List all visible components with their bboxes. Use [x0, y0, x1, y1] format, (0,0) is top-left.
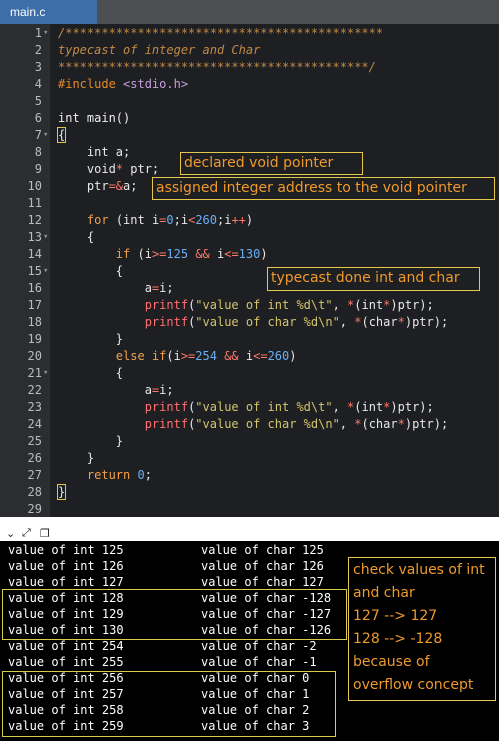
terminal-row: value of int 254 value of char -2: [8, 638, 317, 654]
line-number: 11: [27, 196, 42, 210]
char-value: value of char 126: [201, 559, 324, 573]
code-line: {: [56, 127, 67, 143]
line-number: 5: [34, 94, 42, 108]
line-number: 28: [27, 485, 42, 499]
line-number: 8: [34, 145, 42, 159]
char-value: value of char 127: [201, 575, 324, 589]
line-number: 14: [27, 247, 42, 261]
copy-icon[interactable]: ❐: [40, 526, 50, 541]
note-line: and char: [353, 585, 415, 601]
line-number: 23: [27, 400, 42, 414]
code-line: printf("value of int %d\t", *(int*)ptr);: [144, 298, 434, 312]
tab-bar: main.c: [0, 0, 499, 24]
char-value: value of char -2: [201, 639, 317, 653]
code-line: a=i;: [58, 383, 174, 397]
line-number: 26: [27, 451, 42, 465]
line-number: 25: [27, 434, 42, 448]
code-line: int main(): [58, 111, 131, 125]
note-line: overflow concept: [353, 677, 474, 693]
code-line: if (i>=125 && i<=130): [115, 247, 268, 261]
line-number: 29: [27, 502, 42, 516]
int-value: value of int 126: [8, 559, 124, 573]
int-value: value of int 255: [8, 655, 124, 669]
line-number: 27: [27, 468, 42, 482]
line-number: 2: [34, 43, 42, 57]
code-line: }: [58, 332, 124, 346]
char-value: value of char 125: [201, 543, 324, 557]
line-number: 16: [27, 281, 42, 295]
line-number-gutter: 1 ▾ 2 3 4 5 6 7 ▾ 8 9 10 11 12 13 ▾ 14 15 ▾ 16 17 18 19 20 21 ▾ 22…: [0, 24, 50, 517]
line-number: 15: [27, 264, 42, 278]
annotation-void-pointer: declared void pointer: [180, 152, 363, 175]
code-line: #include <stdio.h>: [58, 77, 189, 91]
code-line: {: [58, 264, 124, 278]
code-line: {: [58, 230, 95, 244]
annotation-assigned-address: assigned integer address to the void poi…: [152, 177, 495, 200]
line-number: 18: [27, 315, 42, 329]
int-value: value of int 125: [8, 543, 124, 557]
code-line: int a;: [58, 145, 131, 159]
line-number: 3: [34, 60, 42, 74]
terminal-toolbar: ⌄ ⤢ ❐: [0, 526, 499, 541]
expand-icon[interactable]: ⤢: [22, 525, 31, 540]
line-number: 12: [27, 213, 42, 227]
fold-toggle-icon[interactable]: ▾: [43, 263, 48, 280]
terminal-row: value of int 127 value of char 127: [8, 574, 324, 590]
code-line: printf("value of char %d\n", *(char*)ptr…: [144, 315, 449, 329]
terminal-row: value of int 125 value of char 125: [8, 542, 324, 558]
note-line: check values of int: [353, 562, 485, 578]
note-line: 127 --> 127: [353, 608, 438, 624]
note-line: 128 --> -128: [353, 631, 443, 647]
terminal-row: value of int 126 value of char 126: [8, 558, 324, 574]
code-line: for (int i=0;i<260;i++): [86, 213, 254, 227]
fold-toggle-icon[interactable]: ▾: [43, 229, 48, 246]
code-line: ptr=&a;: [58, 179, 138, 193]
int-value: value of int 127: [8, 575, 124, 589]
code-line: return 0;: [86, 468, 152, 482]
code-line: {: [58, 366, 124, 380]
tab-main-c[interactable]: main.c: [0, 0, 97, 24]
fold-toggle-icon[interactable]: ▾: [43, 25, 48, 42]
line-number: 21: [27, 366, 42, 380]
terminal-row: value of int 255 value of char -1: [8, 654, 317, 670]
code-line: else if(i>=254 && i<=260): [115, 349, 297, 363]
code-line: a=i;: [58, 281, 174, 295]
line-number: 20: [27, 349, 42, 363]
chevron-down-icon[interactable]: ⌄: [6, 526, 15, 541]
line-number: 9: [34, 162, 42, 176]
fold-toggle-icon[interactable]: ▾: [43, 127, 48, 144]
code-line: }: [58, 451, 95, 465]
line-number: 19: [27, 332, 42, 346]
highlight-box-wrap: [2, 671, 336, 737]
code-line: ****************************************…: [58, 60, 376, 74]
int-value: value of int 254: [8, 639, 124, 653]
line-number: 7: [34, 128, 42, 142]
annotation-typecast: typecast done int and char: [267, 267, 480, 291]
line-number: 4: [34, 77, 42, 91]
code-line: /***************************************…: [58, 26, 384, 40]
panel-separator: [0, 517, 499, 526]
line-number: 6: [34, 111, 42, 125]
code-line: typecast of integer and Char: [58, 43, 261, 57]
fold-toggle-icon[interactable]: ▾: [43, 365, 48, 382]
code-line: }: [58, 434, 124, 448]
code-editor[interactable]: 1 ▾ 2 3 4 5 6 7 ▾ 8 9 10 11 12 13 ▾ 14 15 ▾ 16 17 18 19 20 21 ▾ 22…: [0, 24, 499, 517]
code-line: printf("value of int %d\t", *(int*)ptr);: [144, 400, 434, 414]
line-number: 13: [27, 230, 42, 244]
highlight-box-overflow: [2, 589, 347, 640]
line-number: 22: [27, 383, 42, 397]
line-number: 10: [27, 179, 42, 193]
terminal-note: check values of int and char 127 --> 127 1…: [348, 557, 496, 701]
line-number: 24: [27, 417, 42, 431]
note-line: because of: [353, 654, 430, 670]
line-number: 1: [34, 26, 42, 40]
char-value: value of char -1: [201, 655, 317, 669]
code-line: }: [56, 484, 67, 500]
code-line: printf("value of char %d\n", *(char*)ptr…: [144, 417, 449, 431]
line-number: 17: [27, 298, 42, 312]
code-line: void* ptr;: [58, 162, 160, 176]
